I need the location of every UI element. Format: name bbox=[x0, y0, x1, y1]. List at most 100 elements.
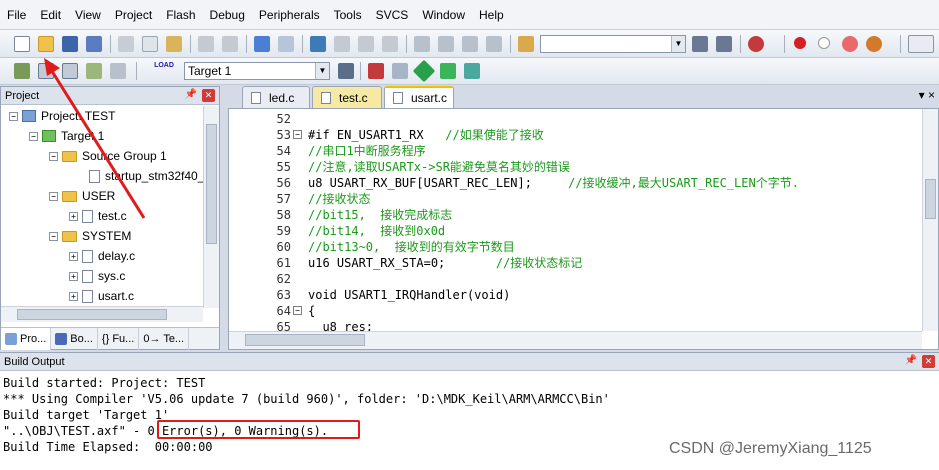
menu-help[interactable]: Help bbox=[472, 0, 511, 30]
prev-bookmark-icon[interactable] bbox=[334, 36, 350, 52]
tab-templates[interactable]: 0→ Te... bbox=[139, 328, 190, 350]
target-select[interactable]: Target 1 ▼ bbox=[184, 62, 330, 80]
translate-icon[interactable] bbox=[14, 63, 30, 79]
indent-icon[interactable] bbox=[414, 36, 430, 52]
copy-icon[interactable] bbox=[142, 36, 158, 52]
scrollbar-thumb[interactable] bbox=[206, 124, 217, 244]
redo-icon[interactable] bbox=[222, 36, 238, 52]
build-output-text[interactable]: Build started: Project: TEST *** Using C… bbox=[3, 375, 610, 455]
scrollbar-thumb[interactable] bbox=[17, 309, 167, 320]
pin-icon[interactable]: 📌 bbox=[905, 355, 917, 366]
close-icon[interactable]: ✕ bbox=[202, 89, 215, 102]
new-file-icon[interactable] bbox=[14, 36, 30, 52]
collapse-toggle[interactable]: − bbox=[49, 151, 58, 161]
rte-icon[interactable] bbox=[464, 63, 480, 79]
disable-breakpoint-icon[interactable] bbox=[818, 37, 830, 49]
find-icon[interactable] bbox=[692, 36, 708, 52]
tab-led-c[interactable]: led.c bbox=[242, 86, 310, 108]
collapse-toggle[interactable]: − bbox=[29, 131, 38, 141]
incremental-find-icon[interactable] bbox=[716, 36, 732, 52]
tree-node-source-group[interactable]: − Source Group 1 bbox=[49, 146, 167, 166]
collapse-toggle[interactable]: − bbox=[49, 191, 58, 201]
editor-vertical-scrollbar[interactable] bbox=[922, 109, 938, 331]
tree-horizontal-scrollbar[interactable] bbox=[1, 306, 203, 322]
next-bookmark-icon[interactable] bbox=[358, 36, 374, 52]
window-layout-icon[interactable] bbox=[908, 35, 934, 53]
close-icon[interactable]: ✕ bbox=[922, 355, 935, 368]
tree-vertical-scrollbar[interactable] bbox=[203, 106, 219, 308]
editor-horizontal-scrollbar[interactable] bbox=[229, 331, 922, 349]
bookmark-icon[interactable] bbox=[310, 36, 326, 52]
code-editor[interactable]: 52 53−54 55 56 57 58 59 60 61 62 63 64−65 #if EN_US… bbox=[228, 108, 939, 350]
save-all-icon[interactable] bbox=[86, 36, 102, 52]
tab-usart-c[interactable]: usart.c bbox=[384, 86, 454, 108]
breakpoint-icon[interactable] bbox=[794, 37, 806, 49]
batch-build-icon[interactable] bbox=[86, 63, 102, 79]
tree-node-test-c[interactable]: + test.c bbox=[69, 206, 127, 226]
pack-installer-icon[interactable] bbox=[412, 59, 436, 83]
expand-toggle[interactable]: + bbox=[69, 291, 78, 301]
uncomment-icon[interactable] bbox=[486, 36, 502, 52]
fold-toggle[interactable]: − bbox=[293, 130, 302, 139]
expand-toggle[interactable]: + bbox=[69, 211, 78, 221]
save-icon[interactable] bbox=[62, 36, 78, 52]
paste-icon[interactable] bbox=[166, 36, 182, 52]
tree-node-usart-c[interactable]: + usart.c bbox=[69, 286, 134, 306]
menu-peripherals[interactable]: Peripherals bbox=[252, 0, 327, 30]
editor-window-controls[interactable]: ▾ × bbox=[919, 88, 935, 102]
clear-bookmarks-icon[interactable] bbox=[382, 36, 398, 52]
scrollbar-thumb[interactable] bbox=[245, 334, 365, 346]
kill-breakpoints-icon[interactable] bbox=[866, 36, 882, 52]
select-packs-icon[interactable] bbox=[440, 63, 456, 79]
tree-node-target[interactable]: − Target 1 bbox=[29, 126, 104, 146]
tree-node-project[interactable]: − Project: TEST bbox=[9, 106, 115, 126]
tree-node-delay-c[interactable]: + delay.c bbox=[69, 246, 135, 266]
menu-tools[interactable]: Tools bbox=[327, 0, 369, 30]
chevron-down-icon[interactable]: ▼ bbox=[671, 36, 685, 52]
tab-test-c[interactable]: test.c bbox=[312, 86, 382, 108]
collapse-toggle[interactable]: − bbox=[49, 231, 58, 241]
manage-components-icon[interactable] bbox=[368, 63, 384, 79]
rebuild-icon[interactable] bbox=[62, 63, 78, 79]
fold-toggle[interactable]: − bbox=[293, 306, 302, 315]
nav-back-icon[interactable] bbox=[254, 36, 270, 52]
menu-file[interactable]: File bbox=[0, 0, 33, 30]
open-file-icon[interactable] bbox=[38, 36, 54, 52]
tree-node-startup-file[interactable]: startup_stm32f40_ bbox=[89, 166, 203, 186]
menu-edit[interactable]: Edit bbox=[33, 0, 68, 30]
build-icon[interactable] bbox=[38, 63, 54, 79]
tab-project[interactable]: Pro... bbox=[1, 328, 52, 350]
chevron-down-icon[interactable]: ▼ bbox=[315, 63, 329, 79]
undo-icon[interactable] bbox=[198, 36, 214, 52]
code-area[interactable]: #if EN_USART1_RX //如果使能了接收 //串口1中断服务程序 //注… bbox=[308, 109, 920, 334]
tab-functions[interactable]: {} Fu... bbox=[98, 328, 140, 350]
menu-debug[interactable]: Debug bbox=[203, 0, 252, 30]
collapse-toggle[interactable]: − bbox=[9, 111, 18, 121]
expand-toggle[interactable]: + bbox=[69, 251, 78, 261]
stop-build-icon[interactable] bbox=[110, 63, 126, 79]
cut-icon[interactable] bbox=[118, 36, 134, 52]
menu-view[interactable]: View bbox=[68, 0, 108, 30]
tree-node-user[interactable]: − USER bbox=[49, 186, 115, 206]
tab-books[interactable]: Bo... bbox=[51, 328, 98, 350]
find-combo[interactable]: ▼ bbox=[540, 35, 686, 53]
tree-node-system[interactable]: − SYSTEM bbox=[49, 226, 131, 246]
nav-forward-icon[interactable] bbox=[278, 36, 294, 52]
menu-flash[interactable]: Flash bbox=[159, 0, 202, 30]
unindent-icon[interactable] bbox=[438, 36, 454, 52]
debug-session-icon[interactable] bbox=[748, 36, 764, 52]
target-options-icon[interactable] bbox=[338, 63, 354, 79]
clear-breakpoints-icon[interactable] bbox=[842, 36, 858, 52]
find-in-files-icon[interactable] bbox=[518, 36, 534, 52]
tree-node-sys-c[interactable]: + sys.c bbox=[69, 266, 125, 286]
pin-icon[interactable]: 📌 bbox=[185, 89, 197, 100]
load-icon[interactable]: LOAD bbox=[152, 62, 176, 80]
expand-toggle[interactable]: + bbox=[69, 271, 78, 281]
project-items-icon[interactable] bbox=[392, 63, 408, 79]
menu-svcs[interactable]: SVCS bbox=[369, 0, 416, 30]
comment-icon[interactable] bbox=[462, 36, 478, 52]
scrollbar-thumb[interactable] bbox=[925, 179, 936, 219]
menu-window[interactable]: Window bbox=[415, 0, 472, 30]
menu-project[interactable]: Project bbox=[108, 0, 159, 30]
editor-controls-text[interactable]: ▾ × bbox=[919, 88, 935, 102]
